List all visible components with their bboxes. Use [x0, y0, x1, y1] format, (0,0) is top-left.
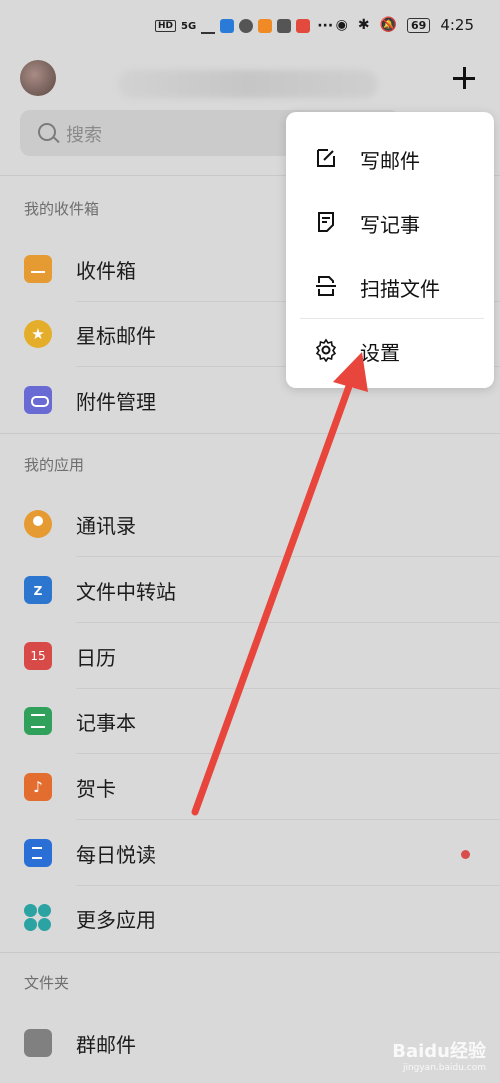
- more-apps-icon: [24, 904, 52, 932]
- signal-indicator: 5G: [181, 20, 197, 32]
- list-item-label: 星标邮件: [76, 324, 156, 348]
- list-item-label: 贺卡: [76, 777, 116, 801]
- compose-icon: [317, 149, 335, 167]
- plus-icon[interactable]: [446, 60, 482, 96]
- list-item-label: 记事本: [76, 711, 136, 735]
- contacts-icon: [24, 510, 52, 538]
- search-placeholder: 搜索: [66, 125, 102, 146]
- menu-item-compose[interactable]: 写邮件: [286, 126, 494, 190]
- list-item-daily-reading[interactable]: 每日悦读: [0, 822, 500, 886]
- divider: [76, 753, 500, 754]
- more-notifications-icon: ···: [317, 18, 334, 34]
- list-item-greeting-card[interactable]: ♪ 贺卡: [0, 756, 500, 820]
- inbox-icon: [24, 255, 52, 283]
- menu-item-label: 写邮件: [360, 149, 420, 173]
- list-item-label: 日历: [76, 646, 116, 670]
- status-icons-right: ◉ ✱ 🔕 69 4:25: [336, 16, 474, 34]
- list-item-label: 文件中转站: [76, 580, 176, 604]
- menu-item-label: 写记事: [360, 213, 420, 237]
- list-item-label: 群邮件: [76, 1033, 136, 1057]
- divider: [76, 885, 500, 886]
- list-item-contacts[interactable]: 通讯录: [0, 493, 500, 557]
- divider: [0, 433, 500, 434]
- notebook-icon: [24, 707, 52, 735]
- list-item-label: 更多应用: [76, 908, 156, 932]
- section-title-folders: 文件夹: [24, 974, 70, 992]
- list-item-more-apps[interactable]: 更多应用: [0, 887, 500, 951]
- music-card-icon: ♪: [24, 773, 52, 801]
- list-item-label: 附件管理: [76, 390, 156, 414]
- menu-item-settings[interactable]: 设置: [286, 318, 494, 382]
- account-name-blurred: [118, 70, 378, 98]
- folder-z-icon: Z: [24, 576, 52, 604]
- add-menu-popup: 写邮件 写记事 扫描文件 设置: [286, 112, 494, 388]
- status-icons-left: HD 5G ···: [155, 18, 333, 34]
- list-item-label: 通讯录: [76, 514, 136, 538]
- avatar[interactable]: [20, 60, 56, 96]
- app-notification-icon: [239, 19, 254, 33]
- list-item-notebook[interactable]: 记事本: [0, 690, 500, 754]
- write-note-icon: [318, 212, 334, 232]
- attachment-icon: [24, 386, 52, 414]
- wifi-icon: [201, 18, 216, 34]
- app-notification-icon: [220, 19, 235, 33]
- search-icon: [38, 123, 56, 141]
- unread-dot: [461, 850, 470, 859]
- list-item-label: 收件箱: [76, 259, 136, 283]
- scan-icon: [316, 276, 336, 296]
- status-bar: HD 5G ··· ◉ ✱ 🔕 69 4:25: [0, 0, 500, 58]
- watermark-url: jingyan.baidu.com: [402, 1063, 486, 1073]
- list-item-file-transfer[interactable]: Z 文件中转站: [0, 559, 500, 623]
- star-icon: ★: [24, 320, 52, 348]
- battery-icon: 69: [407, 17, 431, 33]
- divider: [76, 688, 500, 689]
- group-folder-icon: [24, 1029, 52, 1057]
- mute-icon: 🔕: [379, 17, 397, 33]
- eye-icon: ◉: [335, 17, 348, 33]
- app-notification-icon: [277, 19, 292, 33]
- divider: [0, 952, 500, 953]
- menu-item-scan[interactable]: 扫描文件: [286, 254, 494, 318]
- reading-icon: [24, 839, 52, 867]
- list-item-label: 每日悦读: [76, 843, 156, 867]
- watermark: Baidu经验 jingyan.baidu.com: [392, 1037, 486, 1073]
- menu-item-write-note[interactable]: 写记事: [286, 190, 494, 254]
- divider: [76, 819, 500, 820]
- menu-item-label: 设置: [360, 341, 400, 365]
- section-title-apps: 我的应用: [24, 456, 85, 474]
- bluetooth-icon: ✱: [357, 17, 370, 33]
- menu-item-label: 扫描文件: [360, 277, 440, 301]
- app-notification-icon: [296, 19, 311, 33]
- status-time: 4:25: [440, 16, 474, 34]
- divider: [76, 622, 500, 623]
- divider: [76, 556, 500, 557]
- hd-indicator: HD: [155, 20, 177, 32]
- watermark-brand: Baidu经验: [392, 1041, 486, 1062]
- section-title-mailbox: 我的收件箱: [24, 200, 100, 218]
- list-item-calendar[interactable]: 15 日历: [0, 625, 500, 689]
- gear-icon: [315, 338, 337, 362]
- app-notification-icon: [258, 19, 273, 33]
- calendar-icon: 15: [24, 642, 52, 670]
